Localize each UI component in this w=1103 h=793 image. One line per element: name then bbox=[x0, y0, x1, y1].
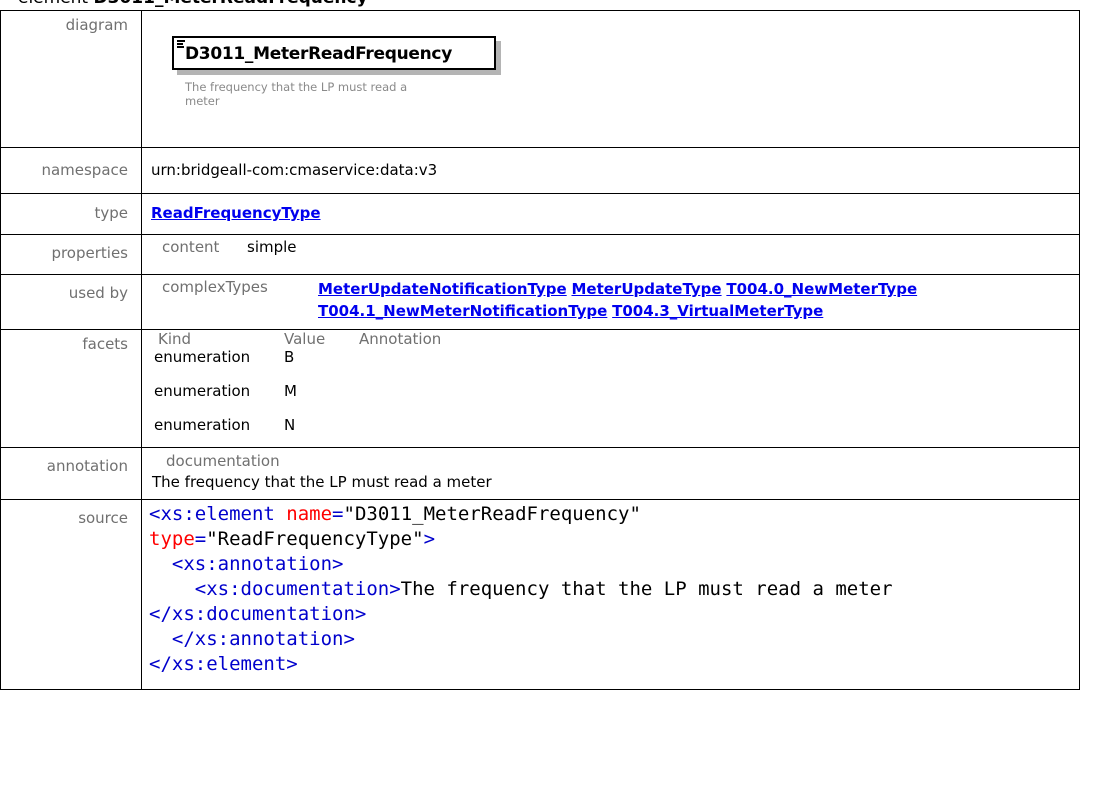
element-list-icon bbox=[177, 40, 185, 49]
heading-element-name: D3011_MeterReadFrequency bbox=[94, 0, 368, 8]
type-link[interactable]: ReadFrequencyType bbox=[151, 204, 321, 222]
facet-value: B bbox=[284, 348, 295, 366]
used-by-link[interactable]: MeterUpdateType bbox=[571, 280, 721, 298]
label-source: source bbox=[0, 499, 142, 690]
used-by-kind: complexTypes bbox=[162, 278, 268, 296]
xml-attr-name-value: "D3011_MeterReadFrequency" bbox=[343, 503, 641, 525]
annotation-text: The frequency that the LP must read a me… bbox=[152, 473, 492, 491]
facet-kind: enumeration bbox=[154, 348, 251, 366]
xml-documentation-close: </xs:documentation> bbox=[149, 603, 367, 625]
label-diagram: diagram bbox=[0, 10, 142, 148]
facets-table: Kind Value Annotation enumeration B enum… bbox=[154, 330, 441, 446]
used-by-link[interactable]: T004.0_NewMeterType bbox=[726, 280, 917, 298]
row-type: type ReadFrequencyType bbox=[0, 193, 1080, 235]
diagram-documentation: The frequency that the LP must read a me… bbox=[185, 80, 408, 108]
xml-attr-type-value: "ReadFrequencyType" bbox=[206, 528, 424, 550]
properties-value: simple bbox=[247, 238, 297, 256]
row-properties: properties content simple bbox=[0, 234, 1080, 275]
annotation-kind: documentation bbox=[166, 452, 280, 470]
label-type: type bbox=[0, 193, 142, 235]
facets-header: Kind Value Annotation bbox=[154, 330, 441, 348]
xml-annotation-close: </xs:annotation> bbox=[171, 628, 355, 650]
xml-open-element: <xs:element bbox=[149, 503, 275, 525]
used-by-link[interactable]: T004.3_VirtualMeterType bbox=[612, 302, 823, 320]
facet-kind: enumeration bbox=[154, 416, 251, 434]
element-doc-table: diagram D3011_MeterReadFrequency The fre… bbox=[0, 10, 1080, 690]
page-heading: element D3011_MeterReadFrequency bbox=[18, 0, 368, 8]
source-code: <xs:element name="D3011_MeterReadFrequen… bbox=[149, 503, 904, 675]
facet-row: enumeration M bbox=[154, 382, 441, 416]
xml-attr-name: name bbox=[274, 503, 333, 525]
xml-element-close: </xs:element> bbox=[149, 653, 298, 675]
row-diagram: diagram D3011_MeterReadFrequency The fre… bbox=[0, 10, 1080, 148]
facet-row: enumeration N bbox=[154, 416, 441, 446]
row-facets: facets Kind Value Annotation enumeration… bbox=[0, 329, 1080, 448]
namespace-value: urn:bridgeall-com:cmaservice:data:v3 bbox=[141, 147, 1080, 194]
row-used-by: used by complexTypes MeterUpdateNotifica… bbox=[0, 274, 1080, 330]
used-by-table: complexTypes MeterUpdateNotificationType… bbox=[162, 278, 1038, 322]
row-annotation: annotation documentation The frequency t… bbox=[0, 447, 1080, 500]
facets-header-value: Value bbox=[284, 330, 326, 348]
properties-key: content bbox=[162, 238, 220, 256]
label-facets: facets bbox=[0, 329, 142, 448]
label-properties: properties bbox=[0, 234, 142, 275]
label-annotation: annotation bbox=[0, 447, 142, 500]
label-namespace: namespace bbox=[0, 147, 142, 194]
row-namespace: namespace urn:bridgeall-com:cmaservice:d… bbox=[0, 147, 1080, 194]
diagram-element-box[interactable]: D3011_MeterReadFrequency bbox=[172, 36, 496, 70]
facet-kind: enumeration bbox=[154, 382, 251, 400]
used-by-link[interactable]: MeterUpdateNotificationType bbox=[318, 280, 567, 298]
facet-row: enumeration B bbox=[154, 348, 441, 382]
facets-header-annotation: Annotation bbox=[359, 330, 442, 348]
label-used-by: used by bbox=[0, 274, 142, 330]
xml-documentation-open: <xs:documentation> bbox=[194, 578, 401, 600]
facet-value: M bbox=[284, 382, 297, 400]
element-diagram: D3011_MeterReadFrequency The frequency t… bbox=[151, 15, 496, 108]
xml-documentation-text: The frequency that the LP must read a me… bbox=[400, 578, 904, 600]
facets-header-kind: Kind bbox=[158, 330, 192, 348]
xml-attr-type: type bbox=[149, 528, 195, 550]
row-source: source <xs:element name="D3011_MeterRead… bbox=[0, 499, 1080, 690]
diagram-element-name: D3011_MeterReadFrequency bbox=[185, 44, 452, 64]
diagram-cell: D3011_MeterReadFrequency The frequency t… bbox=[141, 10, 1080, 148]
xml-annotation-open: <xs:annotation> bbox=[171, 553, 344, 575]
heading-prefix: element bbox=[18, 0, 88, 8]
facet-value: N bbox=[284, 416, 296, 434]
used-by-link[interactable]: T004.1_NewMeterNotificationType bbox=[318, 302, 607, 320]
